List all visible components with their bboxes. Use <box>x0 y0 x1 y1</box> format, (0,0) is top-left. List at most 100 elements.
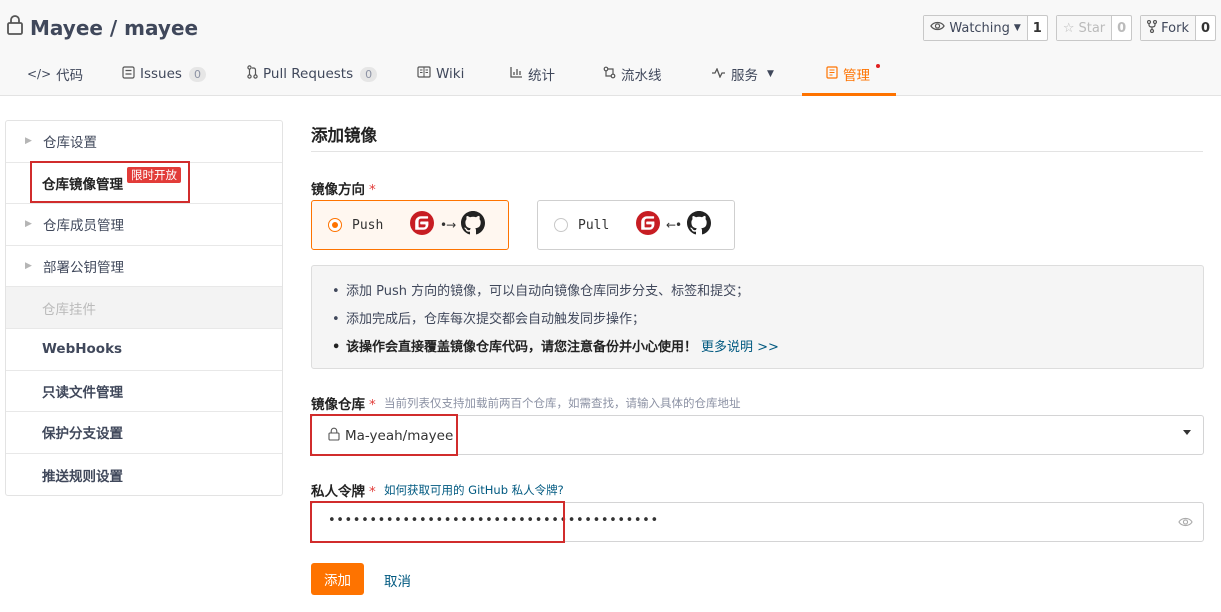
direction-label: 镜像方向 * <box>311 178 376 198</box>
tab-label: Issues <box>140 66 182 82</box>
eye-icon <box>930 20 946 36</box>
eye-icon[interactable] <box>1178 516 1193 532</box>
tab-label: 代码 <box>56 68 84 84</box>
arrow-right-icon: •→ <box>440 218 456 232</box>
tab-pull-requests[interactable]: Pull Requests 0 <box>247 52 378 96</box>
tab-pipeline[interactable]: 流水线 <box>603 52 662 96</box>
star-button[interactable]: ☆ Star 0 <box>1055 15 1133 41</box>
token-label: 私人令牌 * <box>311 480 376 500</box>
tab-issues[interactable]: Issues 0 <box>122 52 206 96</box>
repo-name[interactable]: Mayee / mayee <box>30 16 198 40</box>
sidebar-item-widgets: 仓库挂件 <box>6 287 282 329</box>
star-icon: ☆ <box>1062 20 1075 36</box>
chevron-down-icon[interactable] <box>1183 430 1191 435</box>
mirror-repo-label-text: 镜像仓库 <box>311 397 365 413</box>
token-label-text: 私人令牌 <box>311 484 365 500</box>
star-count[interactable]: 0 <box>1111 16 1131 40</box>
fork-label: Fork <box>1161 20 1189 36</box>
pull-option[interactable]: Pull ←• <box>537 200 735 250</box>
chart-icon <box>510 66 523 82</box>
watch-count[interactable]: 1 <box>1026 16 1047 40</box>
issues-icon <box>122 65 135 83</box>
notice-item-warning: 该操作会直接覆盖镜像仓库代码，请您注意备份并小心使用！更多说明 >> <box>332 334 1203 362</box>
push-option[interactable]: Push •→ <box>311 200 509 250</box>
add-button[interactable]: 添加 <box>311 563 364 595</box>
tab-label: Wiki <box>436 66 465 82</box>
tab-stats[interactable]: 统计 <box>510 52 555 96</box>
chevron-down-icon: ▼ <box>767 69 774 79</box>
token-help-link[interactable]: 如何获取可用的 GitHub 私人令牌? <box>384 482 564 498</box>
sidebar-item-label: 仓库设置 <box>43 135 97 152</box>
push-radio[interactable] <box>328 218 342 232</box>
direction-label-text: 镜像方向 <box>311 182 365 198</box>
sidebar-item-protected-branches[interactable]: 保护分支设置 <box>6 412 282 454</box>
pull-radio[interactable] <box>554 218 568 232</box>
more-info-link[interactable]: 更多说明 >> <box>701 340 779 355</box>
issues-count-badge: 0 <box>188 66 206 82</box>
repo-title[interactable]: Mayee / mayee <box>6 14 198 41</box>
tab-label: 流水线 <box>621 68 662 84</box>
caret-right-icon: ▶ <box>25 136 32 147</box>
sidebar-item-webhooks[interactable]: WebHooks <box>6 329 282 371</box>
notice-warning-text: 该操作会直接覆盖镜像仓库代码，请您注意备份并小心使用！ <box>346 340 698 355</box>
gitee-logo-icon <box>410 211 434 239</box>
fork-button[interactable]: Fork 0 <box>1140 15 1216 41</box>
highlight-box-token <box>310 501 565 543</box>
code-icon: </> <box>27 67 52 81</box>
pulse-icon <box>711 66 726 82</box>
tab-label: 服务 <box>731 68 758 84</box>
manage-icon <box>826 65 838 83</box>
notification-dot <box>876 64 880 68</box>
cancel-button[interactable]: 取消 <box>384 570 411 590</box>
tab-label: 管理 <box>843 68 870 84</box>
chevron-down-icon: ▼ <box>1013 23 1021 33</box>
sidebar-item-label: WebHooks <box>42 341 123 358</box>
required-mark: * <box>369 397 376 413</box>
tab-label: Pull Requests <box>263 66 354 82</box>
sidebar-item-label: 推送规则设置 <box>42 468 123 485</box>
gitee-logo-icon <box>636 211 660 239</box>
highlight-box-sidebar <box>30 161 190 203</box>
star-label: Star <box>1078 20 1106 36</box>
sidebar-item-label: 保护分支设置 <box>42 426 123 443</box>
wiki-icon <box>417 66 431 82</box>
active-tab-indicator <box>802 93 896 96</box>
sidebar-item-push-rules[interactable]: 推送规则设置 <box>6 454 282 496</box>
pull-requests-count-badge: 0 <box>360 66 378 82</box>
info-notice: 添加 Push 方向的镜像，可以自动向镜像仓库同步分支、标签和提交； 添加完成后… <box>311 265 1204 369</box>
github-logo-icon <box>461 211 486 239</box>
sidebar-item-label: 仓库挂件 <box>42 301 96 318</box>
sidebar-item-readonly-files[interactable]: 只读文件管理 <box>6 371 282 413</box>
push-label: Push <box>352 217 384 233</box>
required-mark: * <box>369 182 376 198</box>
divider <box>311 151 1203 152</box>
caret-right-icon: ▶ <box>25 219 32 230</box>
mirror-repo-label: 镜像仓库 * <box>311 393 376 413</box>
repo-header: Mayee / mayee Watching ▼ 1 ☆ Star 0 Fork… <box>0 0 1221 96</box>
tab-code[interactable]: </> 代码 <box>27 52 83 96</box>
watch-label: Watching <box>949 20 1010 36</box>
notice-item: 添加完成后，仓库每次提交都会自动触发同步操作； <box>332 306 1203 334</box>
fork-count[interactable]: 0 <box>1195 16 1215 40</box>
sidebar-item-label: 只读文件管理 <box>42 384 123 401</box>
github-logo-icon <box>687 211 712 239</box>
sidebar-item-label: 部署公钥管理 <box>43 260 124 277</box>
mirror-repo-hint: 当前列表仅支持加载前两百个仓库，如需查找，请输入具体的仓库地址 <box>384 396 741 410</box>
pull-label: Pull <box>578 217 610 233</box>
sidebar-item-repo-settings[interactable]: ▶ 仓库设置 <box>6 121 282 163</box>
sidebar-item-members[interactable]: ▶ 仓库成员管理 <box>6 204 282 246</box>
caret-right-icon: ▶ <box>25 261 32 272</box>
tab-services[interactable]: 服务 ▼ <box>711 52 774 96</box>
notice-item: 添加 Push 方向的镜像，可以自动向镜像仓库同步分支、标签和提交； <box>332 278 1203 306</box>
arrow-left-icon: ←• <box>666 218 682 232</box>
pull-request-icon <box>247 65 258 83</box>
page-title: 添加镜像 <box>311 126 377 145</box>
highlight-box-repo <box>310 414 458 456</box>
fork-icon <box>1147 19 1158 37</box>
pipeline-icon <box>603 66 616 83</box>
tab-wiki[interactable]: Wiki <box>417 52 464 96</box>
watch-button[interactable]: Watching ▼ 1 <box>923 15 1048 41</box>
sidebar-item-deploy-keys[interactable]: ▶ 部署公钥管理 <box>6 246 282 288</box>
tab-manage[interactable]: 管理 <box>826 52 870 96</box>
sidebar-item-label: 仓库成员管理 <box>43 218 124 235</box>
